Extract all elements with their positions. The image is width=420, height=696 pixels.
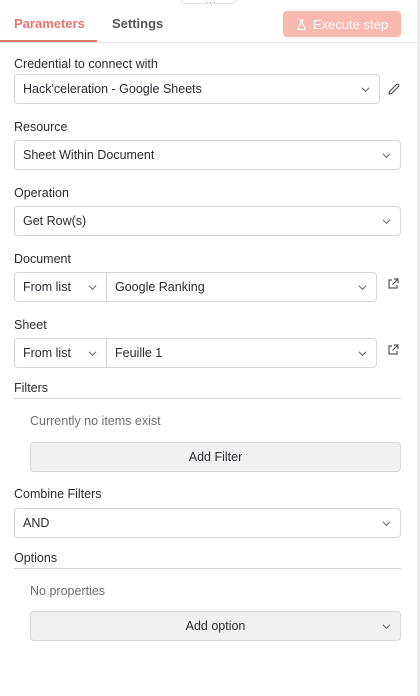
add-option-label: Add option bbox=[185, 619, 246, 633]
add-filter-button[interactable]: Add Filter bbox=[30, 442, 401, 472]
document-mode-value: From list bbox=[23, 280, 71, 294]
pencil-icon[interactable] bbox=[387, 82, 401, 96]
options-title: Options bbox=[14, 551, 58, 565]
document-mode-select[interactable]: From list bbox=[14, 272, 107, 302]
tab-settings[interactable]: Settings bbox=[112, 16, 163, 31]
combine-filters-value: AND bbox=[23, 516, 50, 530]
chevron-down-icon bbox=[88, 351, 97, 357]
chevron-down-icon bbox=[382, 521, 391, 527]
resource-select[interactable]: Sheet Within Document bbox=[14, 140, 401, 170]
chevron-down-icon bbox=[382, 219, 391, 225]
document-label: Document bbox=[14, 252, 71, 266]
options-empty-text: No properties bbox=[30, 584, 106, 598]
chevron-down-icon bbox=[382, 624, 391, 630]
sheet-value: Feuille 1 bbox=[115, 346, 163, 360]
tab-parameters[interactable]: Parameters bbox=[14, 16, 85, 31]
flask-icon bbox=[297, 18, 306, 30]
sheet-mode-value: From list bbox=[23, 346, 71, 360]
sheet-select[interactable]: Feuille 1 bbox=[106, 338, 377, 368]
chevron-down-icon bbox=[358, 351, 367, 357]
add-filter-label: Add Filter bbox=[188, 450, 243, 464]
document-select[interactable]: Google Ranking bbox=[106, 272, 377, 302]
external-link-icon[interactable] bbox=[386, 277, 400, 291]
resource-label: Resource bbox=[14, 120, 68, 134]
resource-value: Sheet Within Document bbox=[23, 148, 155, 162]
active-tab-indicator bbox=[0, 40, 97, 42]
credential-label: Credential to connect with bbox=[14, 57, 158, 71]
document-value: Google Ranking bbox=[115, 280, 205, 294]
combine-filters-label: Combine Filters bbox=[14, 487, 102, 501]
chevron-down-icon bbox=[358, 285, 367, 291]
operation-value: Get Row(s) bbox=[23, 214, 87, 228]
credential-select[interactable]: Hack'celeration - Google Sheets bbox=[14, 74, 380, 104]
chevron-down-icon bbox=[361, 87, 370, 93]
filters-empty-text: Currently no items exist bbox=[30, 414, 161, 428]
chevron-down-icon bbox=[382, 153, 391, 159]
filters-title: Filters bbox=[14, 381, 49, 395]
filters-divider bbox=[14, 398, 401, 399]
combine-filters-select[interactable]: AND bbox=[14, 508, 401, 538]
panel-header: Parameters Settings Execute step bbox=[0, 0, 420, 43]
execute-step-button[interactable]: Execute step bbox=[283, 11, 401, 37]
chevron-down-icon bbox=[88, 285, 97, 291]
credential-value: Hack'celeration - Google Sheets bbox=[23, 82, 202, 96]
sheet-mode-select[interactable]: From list bbox=[14, 338, 107, 368]
operation-select[interactable]: Get Row(s) bbox=[14, 206, 401, 236]
operation-label: Operation bbox=[14, 186, 69, 200]
sheet-label: Sheet bbox=[14, 318, 47, 332]
options-divider bbox=[14, 568, 401, 569]
external-link-icon[interactable] bbox=[386, 343, 400, 357]
execute-step-label: Execute step bbox=[312, 16, 389, 32]
add-option-button[interactable]: Add option bbox=[30, 611, 401, 641]
